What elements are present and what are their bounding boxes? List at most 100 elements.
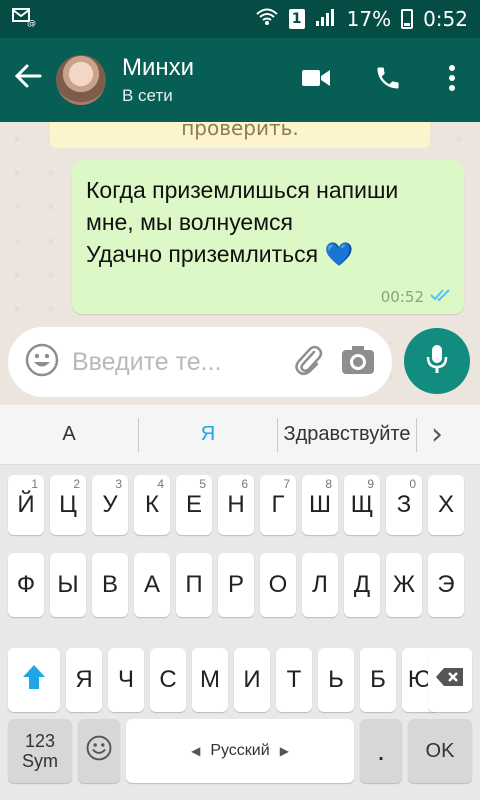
back-button[interactable] — [0, 38, 56, 122]
key-hint: 0 — [409, 477, 416, 491]
messages-icon: @ — [12, 7, 36, 32]
ok-key[interactable]: OK — [408, 719, 472, 783]
contact-info[interactable]: Минхи В сети — [122, 54, 194, 106]
key-label: К — [145, 491, 159, 518]
paperclip-icon — [293, 343, 323, 381]
key-т[interactable]: Т — [276, 648, 312, 712]
message-line: мне, мы волнуемся — [86, 209, 293, 235]
suggestion-item[interactable]: А — [0, 405, 138, 465]
key-е[interactable]: Е5 — [176, 475, 212, 535]
key-hint: 3 — [115, 477, 122, 491]
emoji-icon — [25, 343, 59, 381]
camera-button[interactable] — [336, 340, 380, 384]
key-label: Л — [312, 571, 328, 598]
phone-icon — [374, 64, 402, 96]
space-key[interactable]: ◀ Русский ▶ — [126, 719, 354, 783]
key-label: М — [200, 666, 220, 693]
chat-header: Минхи В сети — [0, 38, 480, 122]
more-options-button[interactable] — [424, 38, 480, 122]
symbols-key[interactable]: 123 Sym — [8, 719, 72, 783]
emoji-icon — [86, 735, 112, 768]
symbols-key-bottom: Sym — [22, 751, 58, 771]
key-я[interactable]: Я — [66, 648, 102, 712]
key-label: Ц — [59, 491, 77, 518]
key-hint: 8 — [325, 477, 332, 491]
key-л[interactable]: Л — [302, 553, 338, 617]
voice-call-button[interactable] — [352, 38, 424, 122]
key-label: П — [185, 571, 203, 598]
key-hint: 9 — [367, 477, 374, 491]
suggestion-item[interactable]: Здравствуйте — [278, 405, 416, 465]
double-check-icon — [430, 288, 452, 306]
wifi-icon — [255, 7, 279, 32]
shift-key[interactable] — [8, 648, 60, 712]
key-ц[interactable]: Ц2 — [50, 475, 86, 535]
key-д[interactable]: Д — [344, 553, 380, 617]
status-bar: @ 1 17% 0:52 — [0, 0, 480, 38]
key-б[interactable]: Б — [360, 648, 396, 712]
emoji-button[interactable] — [20, 340, 64, 384]
key-ь[interactable]: Ь — [318, 648, 354, 712]
key-м[interactable]: М — [192, 648, 228, 712]
battery-icon — [401, 9, 414, 29]
backspace-icon — [435, 666, 465, 694]
message-time: 00:52 — [380, 288, 424, 306]
avatar[interactable] — [56, 55, 106, 105]
key-label: С — [159, 666, 177, 693]
message-line: Удачно приземлиться 💙 — [86, 241, 354, 267]
key-з[interactable]: З0 — [386, 475, 422, 535]
sim-badge: 1 — [288, 9, 305, 29]
key-ж[interactable]: Ж — [386, 553, 422, 617]
video-call-button[interactable] — [280, 38, 352, 122]
signal-icon — [315, 7, 337, 32]
key-н[interactable]: Н6 — [218, 475, 254, 535]
emoji-key[interactable] — [78, 719, 120, 783]
more-suggestions-button[interactable]: › — [417, 405, 457, 465]
key-ы[interactable]: Ы — [50, 553, 86, 617]
video-camera-icon — [301, 67, 331, 93]
key-label: Ж — [392, 571, 416, 598]
key-с[interactable]: С — [150, 648, 186, 712]
key-label: И — [243, 666, 261, 693]
key-hint: 5 — [199, 477, 206, 491]
key-label: Й — [17, 491, 35, 518]
message-input[interactable]: Введите те... — [64, 348, 286, 377]
key-у[interactable]: У3 — [92, 475, 128, 535]
camera-icon — [341, 345, 375, 379]
microphone-icon — [425, 343, 449, 379]
outgoing-message[interactable]: Когда приземлишься напиши мне, мы волнуе… — [72, 160, 464, 314]
key-ш[interactable]: Ш8 — [302, 475, 338, 535]
key-hint: 6 — [241, 477, 248, 491]
voice-record-button[interactable] — [404, 328, 470, 394]
suggestion-item[interactable]: Я — [139, 405, 277, 465]
key-label: З — [396, 491, 412, 518]
key-щ[interactable]: Щ9 — [344, 475, 380, 535]
key-п[interactable]: П — [176, 553, 212, 617]
key-в[interactable]: В — [92, 553, 128, 617]
key-label: Н — [227, 491, 245, 518]
key-г[interactable]: Г7 — [260, 475, 296, 535]
backspace-key[interactable] — [428, 648, 472, 712]
key-р[interactable]: Р — [218, 553, 254, 617]
key-ч[interactable]: Ч — [108, 648, 144, 712]
key-й[interactable]: Й1 — [8, 475, 44, 535]
contact-name: Минхи — [122, 54, 195, 81]
key-label: Ф — [16, 571, 36, 598]
key-х[interactable]: Х — [428, 475, 464, 535]
attach-button[interactable] — [286, 340, 330, 384]
contact-status: В сети — [122, 86, 173, 105]
key-ф[interactable]: Ф — [8, 553, 44, 617]
key-hint: 4 — [157, 477, 164, 491]
key-label: Р — [227, 571, 244, 598]
key-label: Щ — [350, 491, 374, 518]
key-э[interactable]: Э — [428, 553, 464, 617]
key-к[interactable]: К4 — [134, 475, 170, 535]
key-и[interactable]: И — [234, 648, 270, 712]
key-а[interactable]: А — [134, 553, 170, 617]
back-arrow-icon — [13, 60, 43, 100]
key-label: У — [102, 491, 118, 518]
period-key[interactable]: . — [360, 719, 402, 783]
key-о[interactable]: О — [260, 553, 296, 617]
key-label: Б — [370, 666, 386, 693]
key-hint: 1 — [31, 477, 38, 491]
